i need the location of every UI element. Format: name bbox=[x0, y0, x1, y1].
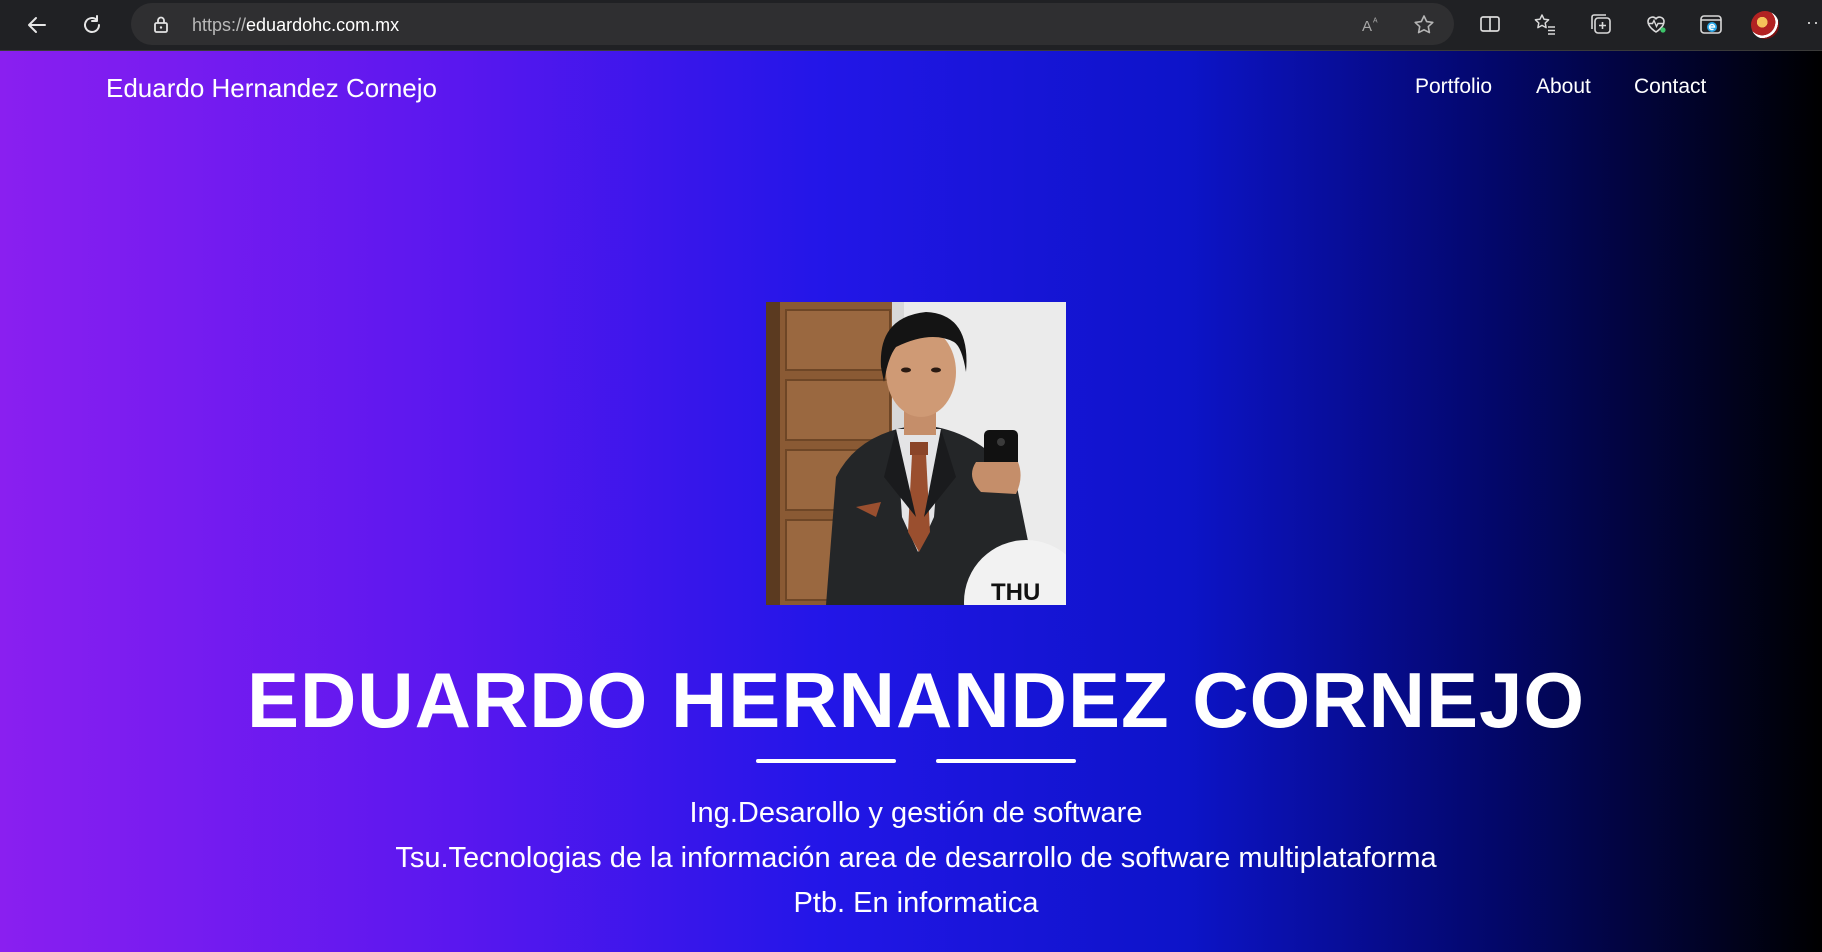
hero-title: EDUARDO HERNANDEZ CORNEJO bbox=[246, 656, 1586, 744]
hero-section: Eduardo Hernandez Cornejo Portfolio Abou… bbox=[0, 51, 1822, 952]
edge-icon[interactable] bbox=[1698, 11, 1724, 37]
refresh-icon[interactable] bbox=[76, 9, 108, 41]
hero-line-2: Tsu.Tecnologias de la información area d… bbox=[395, 842, 1437, 874]
back-icon[interactable] bbox=[21, 9, 53, 41]
nav-link-portfolio[interactable]: Portfolio bbox=[1415, 75, 1492, 99]
photo-badge-text: THU bbox=[991, 579, 1040, 605]
split-screen-icon[interactable] bbox=[1477, 11, 1503, 37]
nav-link-about[interactable]: About bbox=[1536, 75, 1591, 99]
profile-avatar[interactable] bbox=[1751, 11, 1779, 39]
address-bar[interactable]: https://eduardohc.com.mx Aᴬ bbox=[131, 3, 1454, 45]
svg-text:ᴬ: ᴬ bbox=[1372, 17, 1378, 28]
read-aloud-icon[interactable]: Aᴬ bbox=[1360, 13, 1384, 37]
hero-line-3: Ptb. En informatica bbox=[793, 887, 1039, 919]
collections-icon[interactable] bbox=[1588, 11, 1614, 37]
browser-toolbar: https://eduardohc.com.mx Aᴬ ··· bbox=[0, 0, 1822, 51]
svg-text:A: A bbox=[1362, 18, 1372, 35]
performance-icon[interactable] bbox=[1643, 11, 1669, 37]
site-brand[interactable]: Eduardo Hernandez Cornejo bbox=[106, 73, 437, 104]
url-host: eduardohc.com.mx bbox=[246, 15, 400, 35]
favorite-star-icon[interactable] bbox=[1412, 13, 1436, 37]
nav-link-contact[interactable]: Contact bbox=[1634, 75, 1706, 99]
url-scheme: https:// bbox=[192, 15, 247, 35]
url-text[interactable]: https://eduardohc.com.mx bbox=[192, 15, 399, 36]
divider-left bbox=[756, 759, 896, 763]
divider-right bbox=[936, 759, 1076, 763]
hero-line-1: Ing.Desarollo y gestión de software bbox=[689, 797, 1143, 829]
favorites-icon[interactable] bbox=[1532, 11, 1558, 37]
profile-photo: THU bbox=[766, 302, 1066, 605]
more-icon[interactable]: ··· bbox=[1806, 12, 1822, 33]
lock-icon[interactable] bbox=[151, 14, 171, 34]
